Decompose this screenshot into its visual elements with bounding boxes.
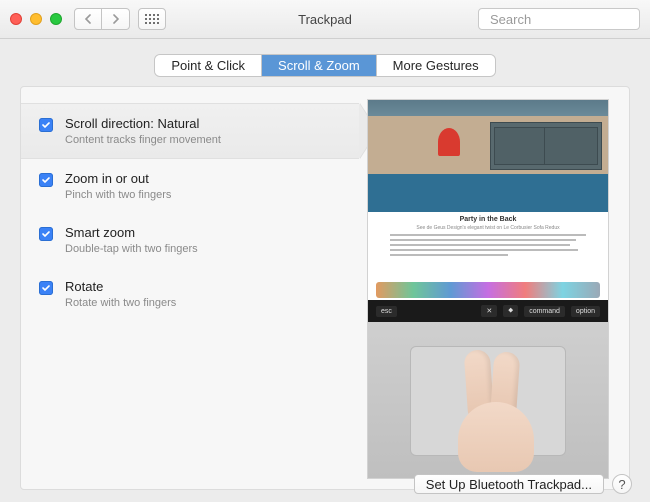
show-all-prefs-button[interactable] [138, 8, 166, 30]
zoom-window-button[interactable] [50, 13, 62, 25]
content-panel: Scroll direction: Natural Content tracks… [20, 86, 630, 490]
check-icon [41, 120, 51, 130]
option-smart-zoom[interactable]: Smart zoom Double-tap with two fingers [21, 213, 359, 267]
option-text: Zoom in or out Pinch with two fingers [65, 171, 171, 201]
window-controls [10, 13, 62, 25]
check-icon [41, 229, 51, 239]
preview-touchbar: esc✕⬥commandoption [368, 300, 608, 322]
check-icon [41, 283, 51, 293]
tabs-row: Point & Click Scroll & Zoom More Gesture… [0, 55, 650, 76]
chevron-right-icon [112, 14, 120, 24]
option-label: Zoom in or out [65, 171, 171, 188]
nav-back-forward [74, 8, 130, 30]
option-text: Rotate Rotate with two fingers [65, 279, 176, 309]
preview-video: Party in the Back See de Geus Design's e… [367, 99, 609, 479]
close-window-button[interactable] [10, 13, 22, 25]
tab-more-gestures[interactable]: More Gestures [377, 55, 495, 76]
tabs: Point & Click Scroll & Zoom More Gesture… [155, 55, 494, 76]
option-label: Rotate [65, 279, 176, 296]
grid-icon [145, 14, 159, 24]
check-icon [41, 175, 51, 185]
preview-body-text [390, 234, 586, 259]
checkbox-rotate[interactable] [39, 281, 53, 295]
option-desc: Content tracks finger movement [65, 134, 221, 146]
back-button[interactable] [74, 8, 102, 30]
minimize-window-button[interactable] [30, 13, 42, 25]
option-text: Smart zoom Double-tap with two fingers [65, 225, 198, 255]
titlebar: Trackpad [0, 0, 650, 39]
option-label: Smart zoom [65, 225, 198, 242]
preview-dock [376, 282, 600, 298]
setup-bluetooth-trackpad-button[interactable]: Set Up Bluetooth Trackpad... [414, 474, 604, 494]
preview-screen: Party in the Back See de Geus Design's e… [368, 100, 608, 300]
preview-caption: Party in the Back See de Geus Design's e… [368, 216, 608, 231]
help-button[interactable]: ? [612, 474, 632, 494]
option-rotate[interactable]: Rotate Rotate with two fingers [21, 267, 359, 321]
option-zoom[interactable]: Zoom in or out Pinch with two fingers [21, 159, 359, 213]
options-list: Scroll direction: Natural Content tracks… [21, 99, 359, 477]
search-input[interactable] [490, 12, 650, 27]
preview-headline: Party in the Back [368, 216, 608, 223]
preview-hand [448, 350, 538, 460]
tab-scroll-zoom[interactable]: Scroll & Zoom [262, 55, 377, 76]
option-desc: Double-tap with two fingers [65, 243, 198, 255]
gesture-preview: Party in the Back See de Geus Design's e… [359, 99, 617, 477]
search-field[interactable] [478, 8, 640, 30]
option-scroll-direction[interactable]: Scroll direction: Natural Content tracks… [21, 103, 359, 159]
tab-point-click[interactable]: Point & Click [155, 55, 262, 76]
option-label: Scroll direction: Natural [65, 116, 221, 133]
option-desc: Pinch with two fingers [65, 189, 171, 201]
option-text: Scroll direction: Natural Content tracks… [65, 116, 221, 146]
checkbox-zoom[interactable] [39, 173, 53, 187]
preview-photo [368, 116, 608, 212]
chevron-left-icon [84, 14, 92, 24]
preview-subhead: See de Geus Design's elegant twist on Le… [368, 225, 608, 231]
footer: Set Up Bluetooth Trackpad... ? [0, 474, 650, 494]
checkbox-smart-zoom[interactable] [39, 227, 53, 241]
forward-button[interactable] [102, 8, 130, 30]
checkbox-scroll-direction[interactable] [39, 118, 53, 132]
preview-keydeck [368, 322, 608, 478]
option-desc: Rotate with two fingers [65, 297, 176, 309]
